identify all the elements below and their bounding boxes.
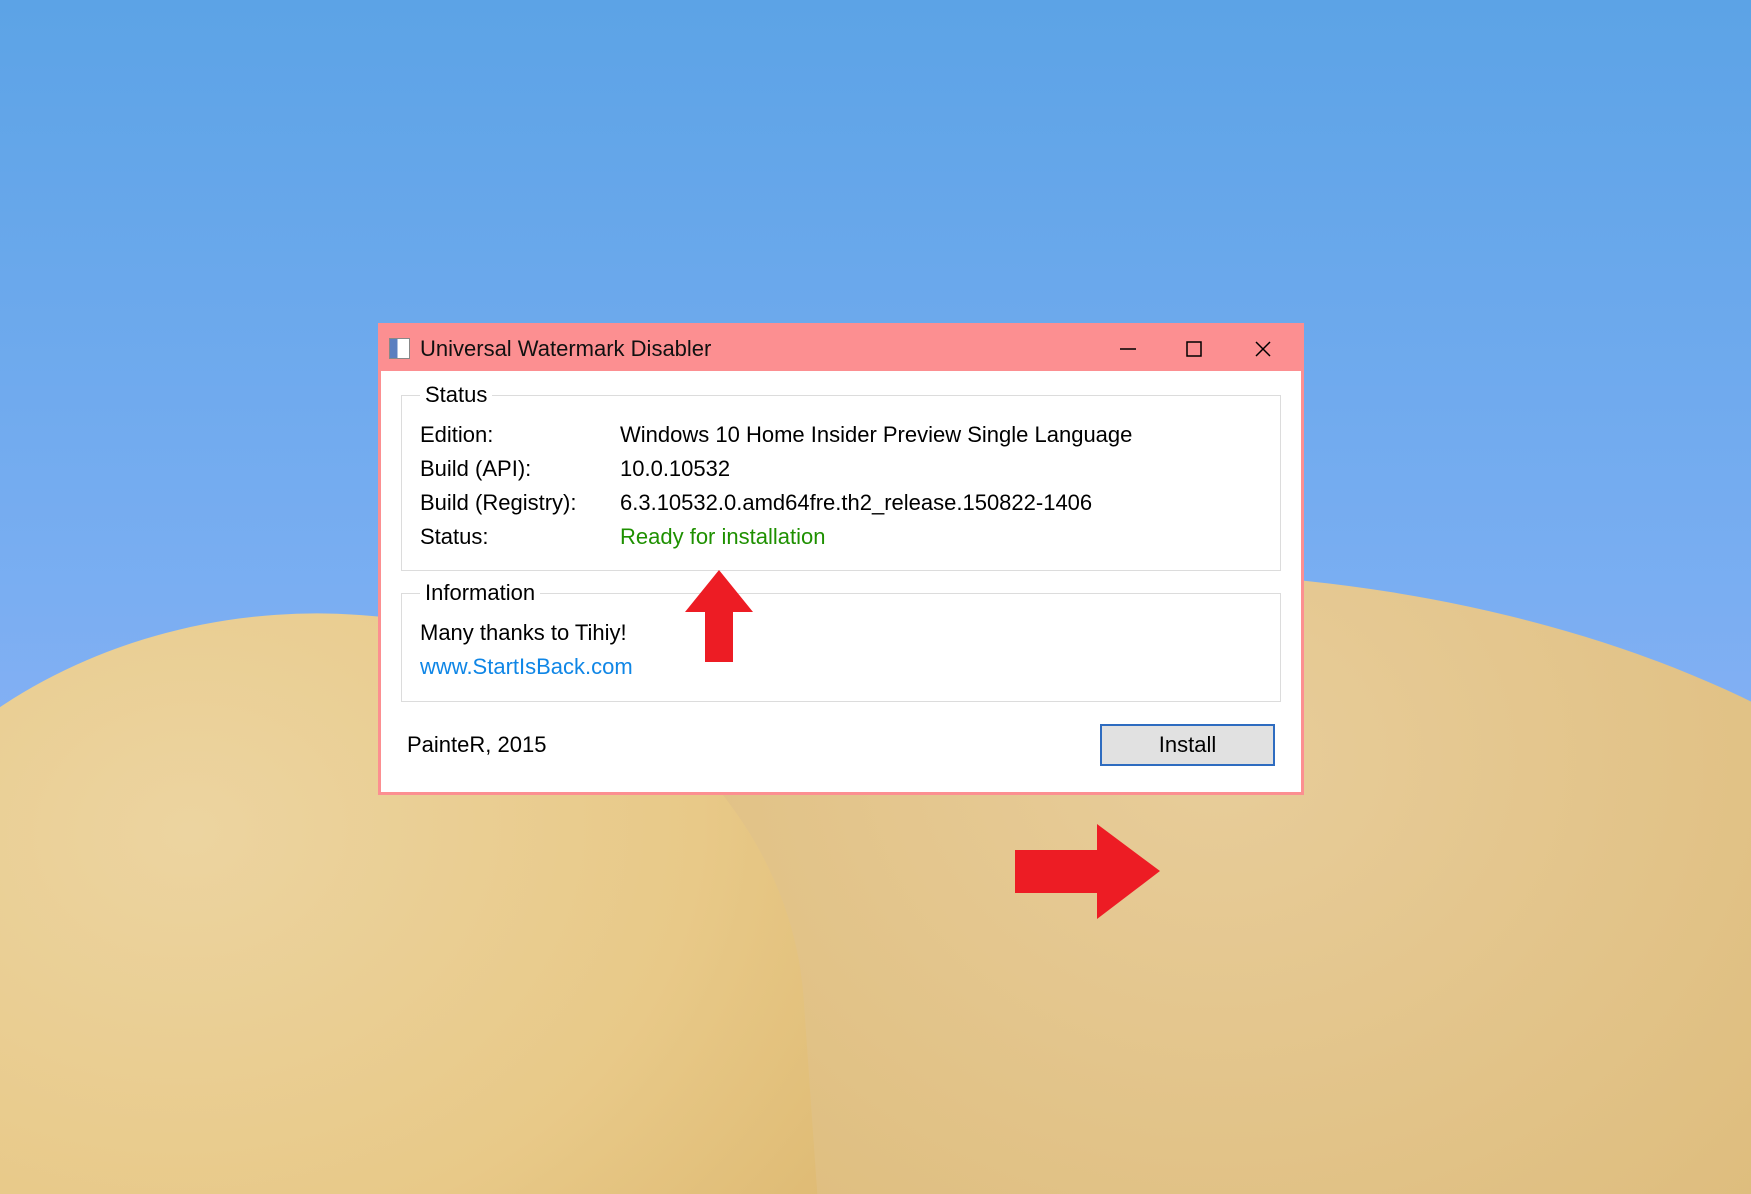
- status-row-edition: Edition: Windows 10 Home Insider Preview…: [420, 418, 1262, 452]
- info-thanks: Many thanks to Tihiy!: [420, 616, 1262, 650]
- app-window: Universal Watermark Disabler Status Edit…: [378, 323, 1304, 795]
- status-row-build-registry: Build (Registry): 6.3.10532.0.amd64fre.t…: [420, 486, 1262, 520]
- app-icon: [389, 338, 410, 359]
- window-body: Status Edition: Windows 10 Home Insider …: [381, 371, 1301, 792]
- status-group-label: Status: [420, 382, 492, 407]
- info-group-label: Information: [420, 580, 540, 605]
- window-title: Universal Watermark Disabler: [420, 336, 1095, 362]
- status-row-status: Status: Ready for installation: [420, 520, 1262, 554]
- window-controls: [1095, 326, 1299, 371]
- label-build-registry: Build (Registry):: [420, 486, 620, 520]
- value-status: Ready for installation: [620, 520, 1262, 554]
- minimize-icon: [1119, 340, 1137, 358]
- desktop-wallpaper: Universal Watermark Disabler Status Edit…: [0, 0, 1751, 1194]
- status-group: Status Edition: Windows 10 Home Insider …: [401, 395, 1281, 571]
- maximize-icon: [1186, 341, 1202, 357]
- minimize-button[interactable]: [1095, 326, 1161, 371]
- install-button[interactable]: Install: [1100, 724, 1275, 766]
- label-edition: Edition:: [420, 418, 620, 452]
- close-icon: [1254, 340, 1272, 358]
- close-button[interactable]: [1227, 326, 1299, 371]
- titlebar[interactable]: Universal Watermark Disabler: [381, 326, 1301, 371]
- label-status: Status:: [420, 520, 620, 554]
- window-footer: PainteR, 2015 Install: [401, 724, 1281, 772]
- value-edition: Windows 10 Home Insider Preview Single L…: [620, 418, 1262, 452]
- label-build-api: Build (API):: [420, 452, 620, 486]
- maximize-button[interactable]: [1161, 326, 1227, 371]
- value-build-api: 10.0.10532: [620, 452, 1262, 486]
- info-group: Information Many thanks to Tihiy! www.St…: [401, 593, 1281, 701]
- info-link[interactable]: www.StartIsBack.com: [420, 650, 1262, 684]
- status-row-build-api: Build (API): 10.0.10532: [420, 452, 1262, 486]
- author-label: PainteR, 2015: [407, 732, 546, 758]
- value-build-registry: 6.3.10532.0.amd64fre.th2_release.150822-…: [620, 486, 1262, 520]
